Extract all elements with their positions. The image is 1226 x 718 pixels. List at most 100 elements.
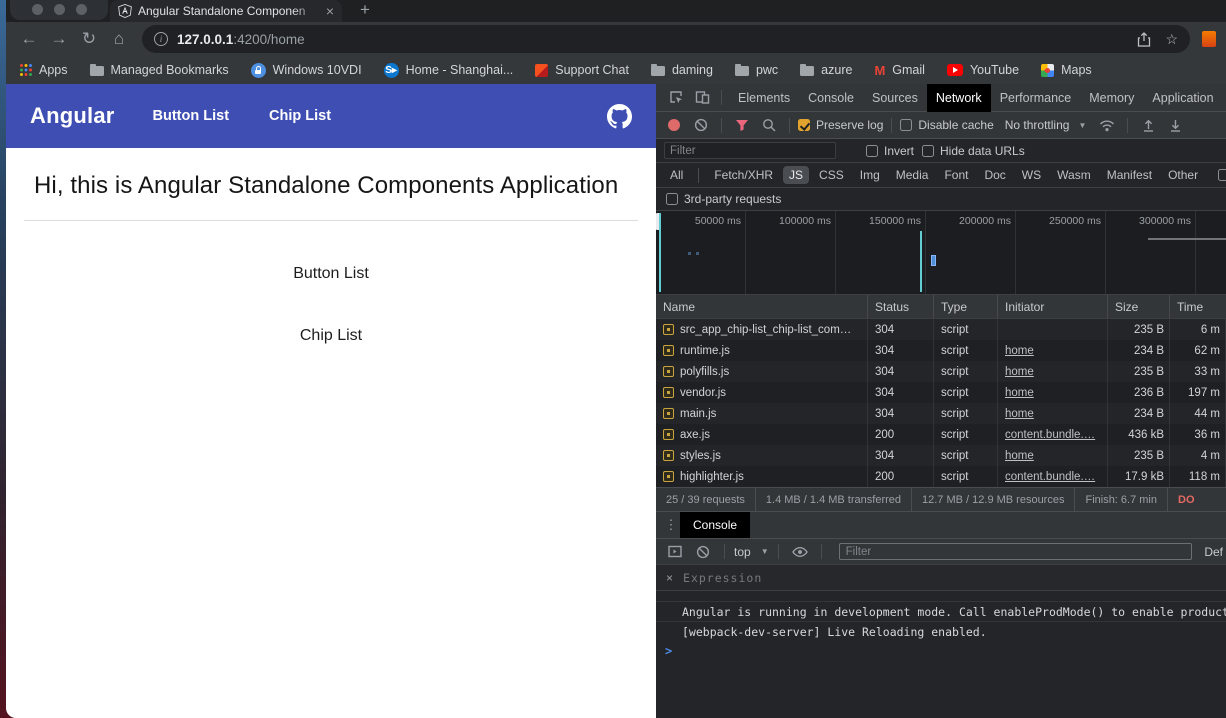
- site-info-icon[interactable]: i: [154, 32, 168, 46]
- home-icon[interactable]: ⌂: [106, 29, 132, 49]
- close-window-button[interactable]: [32, 4, 43, 15]
- bookmark-azure[interactable]: azure: [800, 63, 852, 77]
- table-row[interactable]: polyfills.js304scripthome235 B33 m: [656, 361, 1226, 382]
- reload-icon[interactable]: ↻: [76, 29, 102, 49]
- nav-chip-list[interactable]: Chip List: [269, 108, 331, 124]
- initiator-link[interactable]: home: [1005, 408, 1034, 420]
- table-row[interactable]: axe.js200scriptcontent.bundle.…436 kB36 …: [656, 424, 1226, 445]
- bookmark-maps[interactable]: Maps: [1041, 63, 1092, 77]
- bookmark-youtube[interactable]: YouTube: [947, 63, 1019, 77]
- filter-icon[interactable]: [730, 119, 754, 132]
- type-filter-img[interactable]: Img: [854, 166, 886, 184]
- third-party-checkbox[interactable]: 3rd-party requests: [666, 192, 781, 206]
- address-bar[interactable]: i 127.0.0.1:4200/home ☆: [142, 25, 1190, 53]
- column-header-time[interactable]: Time: [1170, 295, 1226, 318]
- forward-icon[interactable]: →: [46, 29, 72, 49]
- devtools-tab-elements[interactable]: Elements: [729, 84, 799, 112]
- invert-checkbox[interactable]: Invert: [866, 144, 914, 158]
- console-filter-input[interactable]: [839, 543, 1193, 560]
- bookmark-gmail[interactable]: Gmail: [874, 63, 925, 78]
- share-icon[interactable]: [1137, 32, 1151, 47]
- type-filter-doc[interactable]: Doc: [978, 166, 1011, 184]
- export-har-icon[interactable]: [1163, 119, 1187, 132]
- initiator-link[interactable]: home: [1005, 366, 1034, 378]
- device-toolbar-icon[interactable]: [690, 90, 714, 105]
- remove-expression-icon[interactable]: ×: [666, 571, 673, 585]
- bookmark-star-icon[interactable]: ☆: [1165, 31, 1178, 48]
- type-filter-other[interactable]: Other: [1162, 166, 1204, 184]
- bookmark-support-chat[interactable]: Support Chat: [535, 63, 629, 77]
- column-header-size[interactable]: Size: [1108, 295, 1170, 318]
- bookmark-pwc[interactable]: pwc: [735, 63, 778, 77]
- log-levels-select[interactable]: Def: [1204, 545, 1223, 559]
- record-icon[interactable]: [668, 119, 680, 131]
- devtools-tab-application[interactable]: Application: [1143, 84, 1222, 112]
- table-row[interactable]: runtime.js304scripthome234 B62 m: [656, 340, 1226, 361]
- extension-icon[interactable]: [1202, 31, 1216, 47]
- initiator-link[interactable]: home: [1005, 345, 1034, 357]
- nav-button-list[interactable]: Button List: [153, 108, 230, 124]
- type-filter-css[interactable]: CSS: [813, 166, 850, 184]
- link-button-list[interactable]: Button List: [6, 265, 656, 283]
- console-prompt[interactable]: >: [656, 641, 1226, 661]
- live-expression-row[interactable]: × Expression: [656, 565, 1226, 591]
- column-header-initiator[interactable]: Initiator: [998, 295, 1108, 318]
- initiator-link[interactable]: home: [1005, 450, 1034, 462]
- type-filter-media[interactable]: Media: [890, 166, 935, 184]
- link-chip-list[interactable]: Chip List: [6, 327, 656, 345]
- live-expression-eye-icon[interactable]: [788, 546, 812, 558]
- type-filter-fetch-xhr[interactable]: Fetch/XHR: [708, 166, 779, 184]
- network-overview[interactable]: 50000 ms100000 ms150000 ms200000 ms25000…: [656, 211, 1226, 295]
- type-filter-wasm[interactable]: Wasm: [1051, 166, 1097, 184]
- more-options-icon[interactable]: ⋮: [662, 517, 680, 533]
- console-drawer-tab[interactable]: Console: [680, 512, 750, 538]
- type-filter-ws[interactable]: WS: [1016, 166, 1047, 184]
- devtools-tab-console[interactable]: Console: [799, 84, 863, 112]
- back-icon[interactable]: ←: [16, 29, 42, 49]
- bookmark-windows-10vdi[interactable]: Windows 10VDI: [251, 63, 362, 78]
- table-row[interactable]: vendor.js304scripthome236 B197 m: [656, 382, 1226, 403]
- type-filter-font[interactable]: Font: [938, 166, 974, 184]
- has-blocked-cookies-checkbox[interactable]: Has blocked c: [1218, 168, 1226, 182]
- bookmark-home-shanghai-[interactable]: Home - Shanghai...: [384, 63, 514, 78]
- initiator-link[interactable]: home: [1005, 387, 1034, 399]
- browser-tab[interactable]: Angular Standalone Componen ×: [110, 0, 342, 22]
- maximize-window-button[interactable]: [76, 4, 87, 15]
- tab-close-icon[interactable]: ×: [326, 4, 334, 18]
- devtools-tab-network[interactable]: Network: [927, 84, 991, 112]
- devtools-tab-performance[interactable]: Performance: [991, 84, 1081, 112]
- import-har-icon[interactable]: [1136, 119, 1160, 132]
- minimize-window-button[interactable]: [54, 4, 65, 15]
- hide-data-urls-checkbox[interactable]: Hide data URLs: [922, 144, 1025, 158]
- type-filter-js[interactable]: JS: [783, 166, 809, 184]
- bookmark-managed-bookmarks[interactable]: Managed Bookmarks: [90, 63, 229, 77]
- new-tab-button[interactable]: +: [360, 0, 370, 22]
- devtools-tab-sources[interactable]: Sources: [863, 84, 927, 112]
- disable-cache-checkbox[interactable]: Disable cache: [900, 118, 993, 132]
- column-header-type[interactable]: Type: [934, 295, 998, 318]
- github-icon[interactable]: [607, 104, 632, 129]
- bookmark-apps[interactable]: Apps: [20, 63, 68, 77]
- table-row[interactable]: src_app_chip-list_chip-list_com…304scrip…: [656, 319, 1226, 340]
- initiator-link[interactable]: content.bundle.…: [1005, 429, 1095, 441]
- column-header-status[interactable]: Status: [868, 295, 934, 318]
- search-icon[interactable]: [757, 118, 781, 132]
- bookmark-daming[interactable]: daming: [651, 63, 713, 77]
- network-conditions-icon[interactable]: [1095, 119, 1119, 132]
- type-filter-all[interactable]: All: [664, 166, 689, 184]
- context-select[interactable]: top: [734, 545, 751, 559]
- console-sidebar-icon[interactable]: [663, 545, 687, 558]
- column-header-name[interactable]: Name: [656, 295, 868, 318]
- devtools-tab-memory[interactable]: Memory: [1080, 84, 1143, 112]
- network-filter-input[interactable]: [664, 142, 836, 159]
- throttling-select[interactable]: No throttling: [1005, 118, 1070, 132]
- table-row[interactable]: styles.js304scripthome235 B4 m: [656, 445, 1226, 466]
- table-row[interactable]: main.js304scripthome234 B44 m: [656, 403, 1226, 424]
- clear-console-icon[interactable]: [691, 545, 715, 559]
- type-filter-manifest[interactable]: Manifest: [1101, 166, 1158, 184]
- preserve-log-checkbox[interactable]: Preserve log: [798, 118, 883, 132]
- initiator-link[interactable]: content.bundle.…: [1005, 471, 1095, 483]
- inspect-element-icon[interactable]: [664, 90, 688, 105]
- table-row[interactable]: highlighter.js200scriptcontent.bundle.…1…: [656, 466, 1226, 487]
- clear-icon[interactable]: [689, 118, 713, 132]
